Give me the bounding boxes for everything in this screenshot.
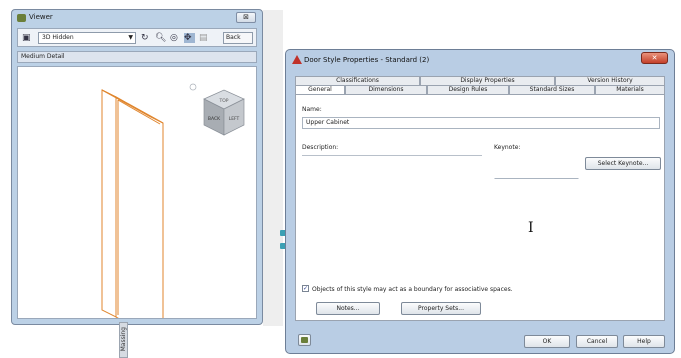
door-model (101, 89, 164, 318)
viewer-title: Viewer (29, 13, 53, 21)
massing-tab[interactable]: Massing (119, 322, 128, 358)
tab-display-properties[interactable]: Display Properties (420, 76, 555, 85)
detail-level-bar[interactable]: Medium Detail (17, 51, 257, 63)
viewer-toolbar: ▣ 3D Hidden ▼ ↻ 🔍︎ ◎ ✥ ▤ Back (17, 28, 257, 47)
notes-button[interactable]: Notes... (316, 302, 380, 315)
dialog-close-button[interactable]: ✕ (641, 52, 668, 64)
description-label: Description: (302, 144, 339, 151)
pan-icon[interactable]: ✥ (184, 33, 195, 43)
tab-version-history[interactable]: Version History (555, 76, 665, 85)
massing-tab-label: Massing (120, 327, 127, 352)
keynote-label: Keynote: (494, 144, 521, 151)
viewer-titlebar[interactable]: Viewer ⊠ (12, 10, 262, 26)
back-button[interactable]: Back (223, 32, 253, 44)
tab-classifications[interactable]: Classifications (295, 76, 420, 85)
dialog-title: Door Style Properties - Standard (2) (304, 56, 430, 64)
tab-row-back: Classifications Display Properties Versi… (295, 76, 665, 85)
text-cursor-icon: I (528, 220, 534, 236)
boundary-checkbox[interactable]: ✓ (302, 285, 309, 292)
viewer-app-icon (17, 14, 26, 22)
help-button[interactable]: Help (623, 335, 665, 348)
viewer-close-button[interactable]: ⊠ (236, 12, 256, 23)
home-icon[interactable] (189, 83, 197, 91)
orbit-icon[interactable]: ↻ (141, 33, 149, 43)
boundary-checkbox-label: Objects of this style may act as a bound… (312, 286, 513, 293)
viewcube-left-label: LEFT (229, 116, 240, 122)
keynote-field[interactable] (494, 153, 579, 179)
name-label: Name: (302, 106, 322, 113)
style-manager-icon (301, 337, 308, 343)
viewcube-back-label: BACK (208, 116, 221, 122)
viewport-canvas: TOP BACK LEFT (101, 83, 245, 318)
zoom-icon[interactable]: 🔍︎ (155, 33, 166, 43)
chevron-down-icon: ▼ (128, 34, 133, 41)
description-textarea[interactable] (302, 157, 482, 277)
autocad-icon (292, 55, 302, 64)
view-options-icon[interactable]: ▤ (199, 33, 208, 43)
cancel-button[interactable]: Cancel (576, 335, 618, 348)
door-style-dialog: Door Style Properties - Standard (2) ✕ C… (285, 49, 675, 354)
dialog-titlebar[interactable]: Door Style Properties - Standard (2) ✕ (286, 50, 674, 68)
tab-row-front: General Dimensions Design Rules Standard… (295, 85, 665, 95)
background-strip (263, 10, 283, 326)
ok-button[interactable]: OK (524, 335, 570, 348)
viewcube[interactable]: TOP BACK LEFT (189, 83, 245, 136)
general-tab-panel: Name: Upper Cabinet Description: Keynote… (295, 94, 665, 321)
viewcube-top-label: TOP (218, 98, 228, 104)
visual-style-select[interactable]: 3D Hidden ▼ (38, 32, 136, 44)
property-sets-button[interactable]: Property Sets... (401, 302, 481, 315)
name-input[interactable]: Upper Cabinet (302, 117, 660, 129)
tab-dimensions[interactable]: Dimensions (345, 85, 427, 94)
style-manager-button[interactable] (298, 334, 311, 346)
viewer-viewport[interactable]: TOP BACK LEFT (17, 66, 257, 319)
select-keynote-button[interactable]: Select Keynote... (585, 157, 661, 170)
tab-design-rules[interactable]: Design Rules (427, 85, 509, 94)
save-icon[interactable]: ▣ (22, 33, 31, 43)
visual-style-value: 3D Hidden (42, 34, 74, 41)
zoom-extents-icon[interactable]: ◎ (170, 33, 178, 43)
tab-standard-sizes[interactable]: Standard Sizes (509, 85, 595, 94)
tab-materials[interactable]: Materials (595, 85, 665, 94)
description-divider (302, 155, 482, 156)
viewer-window: Viewer ⊠ ▣ 3D Hidden ▼ ↻ 🔍︎ ◎ ✥ ▤ Back M… (11, 9, 263, 325)
